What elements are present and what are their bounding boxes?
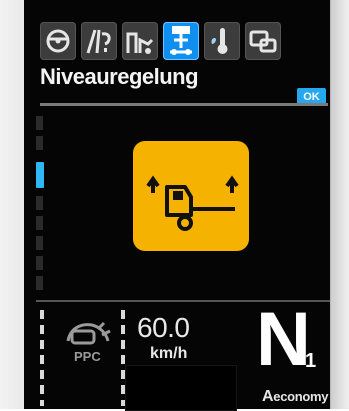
- scroll-thumb[interactable]: [36, 162, 44, 188]
- drive-mode-prefix: A: [262, 388, 274, 405]
- road-warning-icon: [86, 29, 111, 54]
- title-divider: [40, 103, 328, 106]
- menu-tab-suspension[interactable]: [122, 22, 158, 60]
- menu-tab-settings[interactable]: [245, 22, 281, 60]
- level-control-icon: [170, 26, 192, 55]
- temperature-icon: [211, 28, 228, 54]
- speed-value: 60.0: [137, 312, 190, 343]
- steering-wheel-icon: [46, 29, 70, 53]
- empty-info-field: [125, 365, 237, 411]
- menu-tab-road[interactable]: [81, 22, 117, 60]
- level-warning-panel: [133, 141, 249, 251]
- scroll-track[interactable]: [36, 116, 46, 296]
- menu-tab-temperature[interactable]: [204, 22, 240, 60]
- ppc-label: PPC: [74, 349, 101, 364]
- menu-tab-level-control[interactable]: [163, 22, 199, 60]
- gear-indicator: N: [256, 297, 311, 382]
- menu-icon-bar: [40, 22, 326, 66]
- gear-number: 1: [305, 350, 317, 372]
- menu-tab-steering[interactable]: [40, 22, 76, 60]
- suspension-icon: [126, 32, 154, 54]
- left-divider-dashes: [40, 310, 44, 406]
- drive-mode-text: economy: [273, 389, 329, 404]
- truck-level-raise-icon: [146, 175, 239, 231]
- settings-icon: [249, 30, 277, 53]
- page-title: Niveauregelung: [40, 64, 199, 89]
- ppc-cruise-icon: PPC: [66, 321, 111, 364]
- speed-unit: km/h: [150, 345, 188, 362]
- drive-mode-label: Aeconomy: [262, 388, 329, 406]
